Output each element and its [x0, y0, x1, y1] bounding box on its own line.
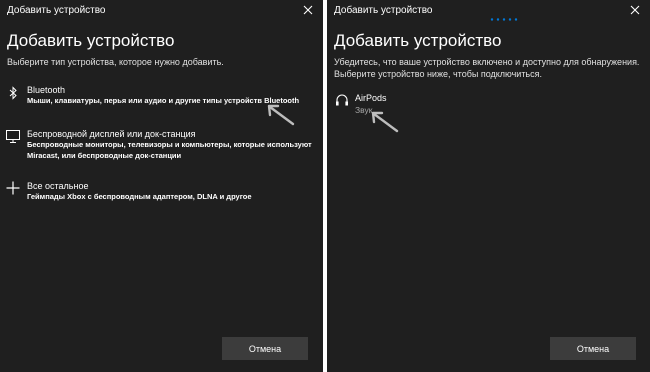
instruction-line-2: Выберите устройство ниже, чтобы подключи… [334, 69, 542, 79]
close-icon [630, 5, 640, 15]
title-bar: Добавить устройство [327, 0, 650, 20]
add-device-dialog-type-selection: Добавить устройство Добавить устройство … [0, 0, 323, 372]
cancel-button[interactable]: Отмена [222, 337, 308, 360]
page-title: Добавить устройство [7, 31, 175, 50]
bluetooth-icon [9, 86, 17, 100]
option-label: Беспроводной дисплей или док-станция [27, 129, 196, 139]
instruction-text: Выберите тип устройства, которое нужно д… [7, 57, 224, 67]
option-label: Bluetooth [27, 85, 66, 95]
option-wireless-display[interactable]: Беспроводной дисплей или док-станция Бес… [0, 129, 320, 161]
searching-progress-dots [490, 18, 518, 21]
close-button[interactable] [626, 1, 644, 19]
close-button[interactable] [299, 1, 317, 19]
window-title: Добавить устройство [7, 4, 106, 16]
add-device-dialog-device-list: Добавить устройство Добавить устройство … [327, 0, 650, 372]
pointer-arrow-annotation [371, 111, 399, 133]
page-title: Добавить устройство [334, 31, 502, 50]
instruction-line-1: Убедитесь, что ваше устройство включено … [334, 57, 640, 67]
cancel-button[interactable]: Отмена [550, 337, 636, 360]
plus-icon [6, 181, 20, 195]
title-bar: Добавить устройство [0, 0, 323, 20]
option-label: Все остальное [27, 181, 89, 191]
device-name: AirPods [355, 93, 387, 103]
window-title: Добавить устройство [334, 4, 433, 16]
headphones-icon [336, 94, 348, 106]
instruction-text: Убедитесь, что ваше устройство включено … [334, 56, 639, 80]
monitor-icon [6, 130, 20, 143]
option-everything-else[interactable]: Все остальное Геймпады Xbox с беспроводн… [0, 181, 320, 205]
close-icon [303, 5, 313, 15]
device-item-airpods[interactable]: AirPods Звук [335, 93, 535, 123]
option-description: Беспроводные мониторы, телевизоры и комп… [27, 140, 312, 160]
option-description: Геймпады Xbox с беспроводным адаптером, … [27, 192, 252, 201]
pointer-arrow-annotation [267, 104, 295, 126]
